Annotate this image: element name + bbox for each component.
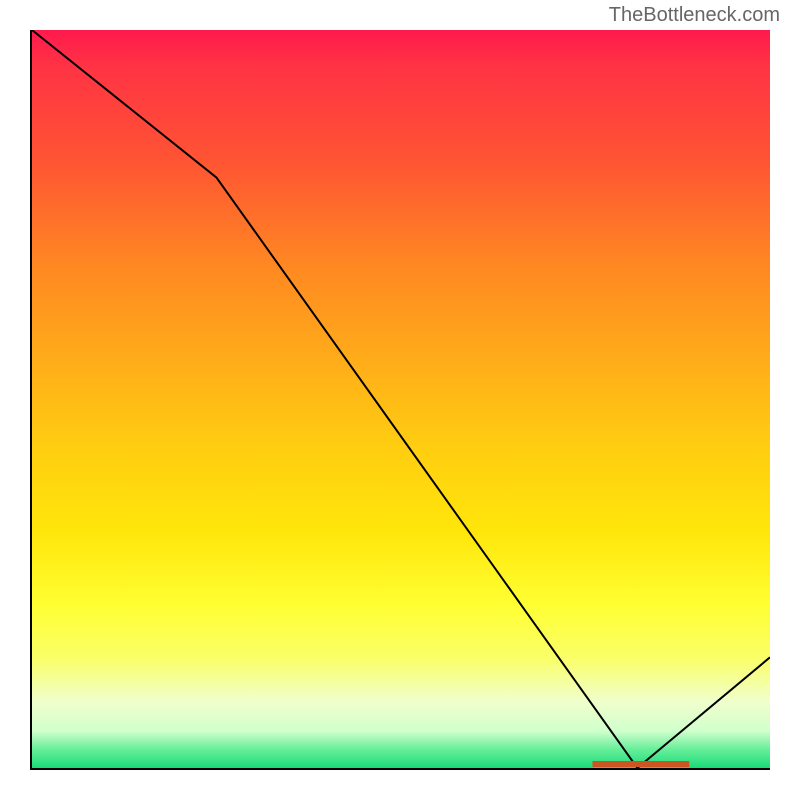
chart-svg bbox=[32, 30, 770, 768]
watermark-text: TheBottleneck.com bbox=[609, 4, 780, 27]
bottleneck-curve bbox=[32, 30, 770, 768]
chart-area bbox=[30, 30, 770, 770]
